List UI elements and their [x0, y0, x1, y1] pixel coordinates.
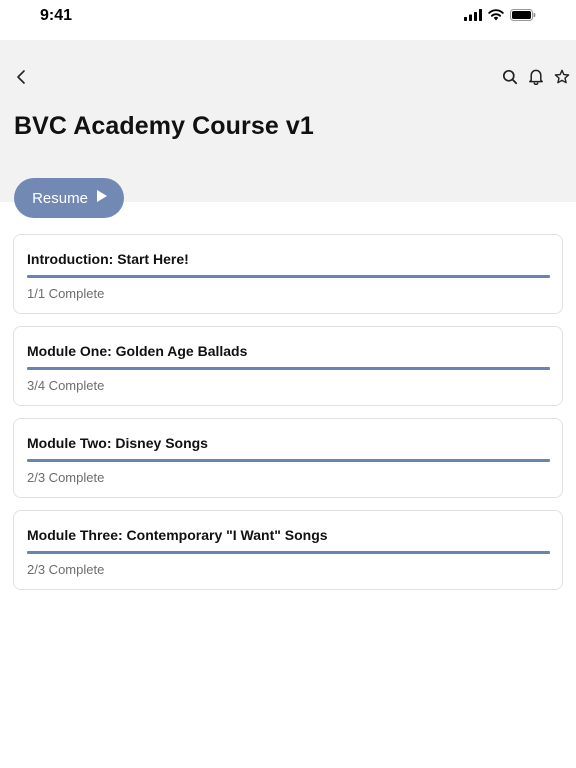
module-progress-bar: [27, 459, 550, 462]
module-list: Introduction: Start Here! 1/1 Complete M…: [13, 234, 563, 602]
chevron-left-icon: [15, 69, 27, 90]
module-progress-fill: [27, 551, 550, 554]
status-bar: 9:41: [0, 0, 576, 40]
module-progress-bar: [27, 275, 550, 278]
module-progress-bar: [27, 367, 550, 370]
module-status: 2/3 Complete: [27, 470, 105, 485]
back-button[interactable]: [10, 68, 32, 90]
module-progress-bar: [27, 551, 550, 554]
module-title: Introduction: Start Here!: [27, 251, 189, 267]
module-progress-fill: [27, 367, 550, 370]
play-icon: [96, 189, 108, 207]
star-icon: [554, 69, 570, 90]
module-status: 1/1 Complete: [27, 286, 105, 301]
module-title: Module Two: Disney Songs: [27, 435, 208, 451]
module-progress-fill: [27, 459, 550, 462]
wifi-icon: [488, 9, 504, 21]
module-card[interactable]: Module Two: Disney Songs 2/3 Complete: [13, 418, 563, 498]
module-card[interactable]: Module Three: Contemporary "I Want" Song…: [13, 510, 563, 590]
page-title: BVC Academy Course v1: [14, 112, 314, 140]
module-title: Module One: Golden Age Ballads: [27, 343, 248, 359]
bell-icon: [528, 68, 544, 90]
header-actions: [500, 68, 572, 90]
status-icons: [464, 9, 536, 21]
favorite-button[interactable]: [552, 68, 572, 90]
module-card[interactable]: Module One: Golden Age Ballads 3/4 Compl…: [13, 326, 563, 406]
search-button[interactable]: [500, 68, 520, 90]
module-title: Module Three: Contemporary "I Want" Song…: [27, 527, 328, 543]
module-status: 2/3 Complete: [27, 562, 105, 577]
status-time: 9:41: [40, 7, 73, 24]
module-progress-fill: [27, 275, 550, 278]
module-status: 3/4 Complete: [27, 378, 105, 393]
resume-button[interactable]: Resume: [14, 178, 124, 218]
battery-icon: [510, 9, 536, 21]
notifications-button[interactable]: [526, 68, 546, 90]
signal-icon: [464, 9, 482, 21]
search-icon: [502, 69, 518, 90]
module-card[interactable]: Introduction: Start Here! 1/1 Complete: [13, 234, 563, 314]
resume-label: Resume: [32, 189, 88, 207]
